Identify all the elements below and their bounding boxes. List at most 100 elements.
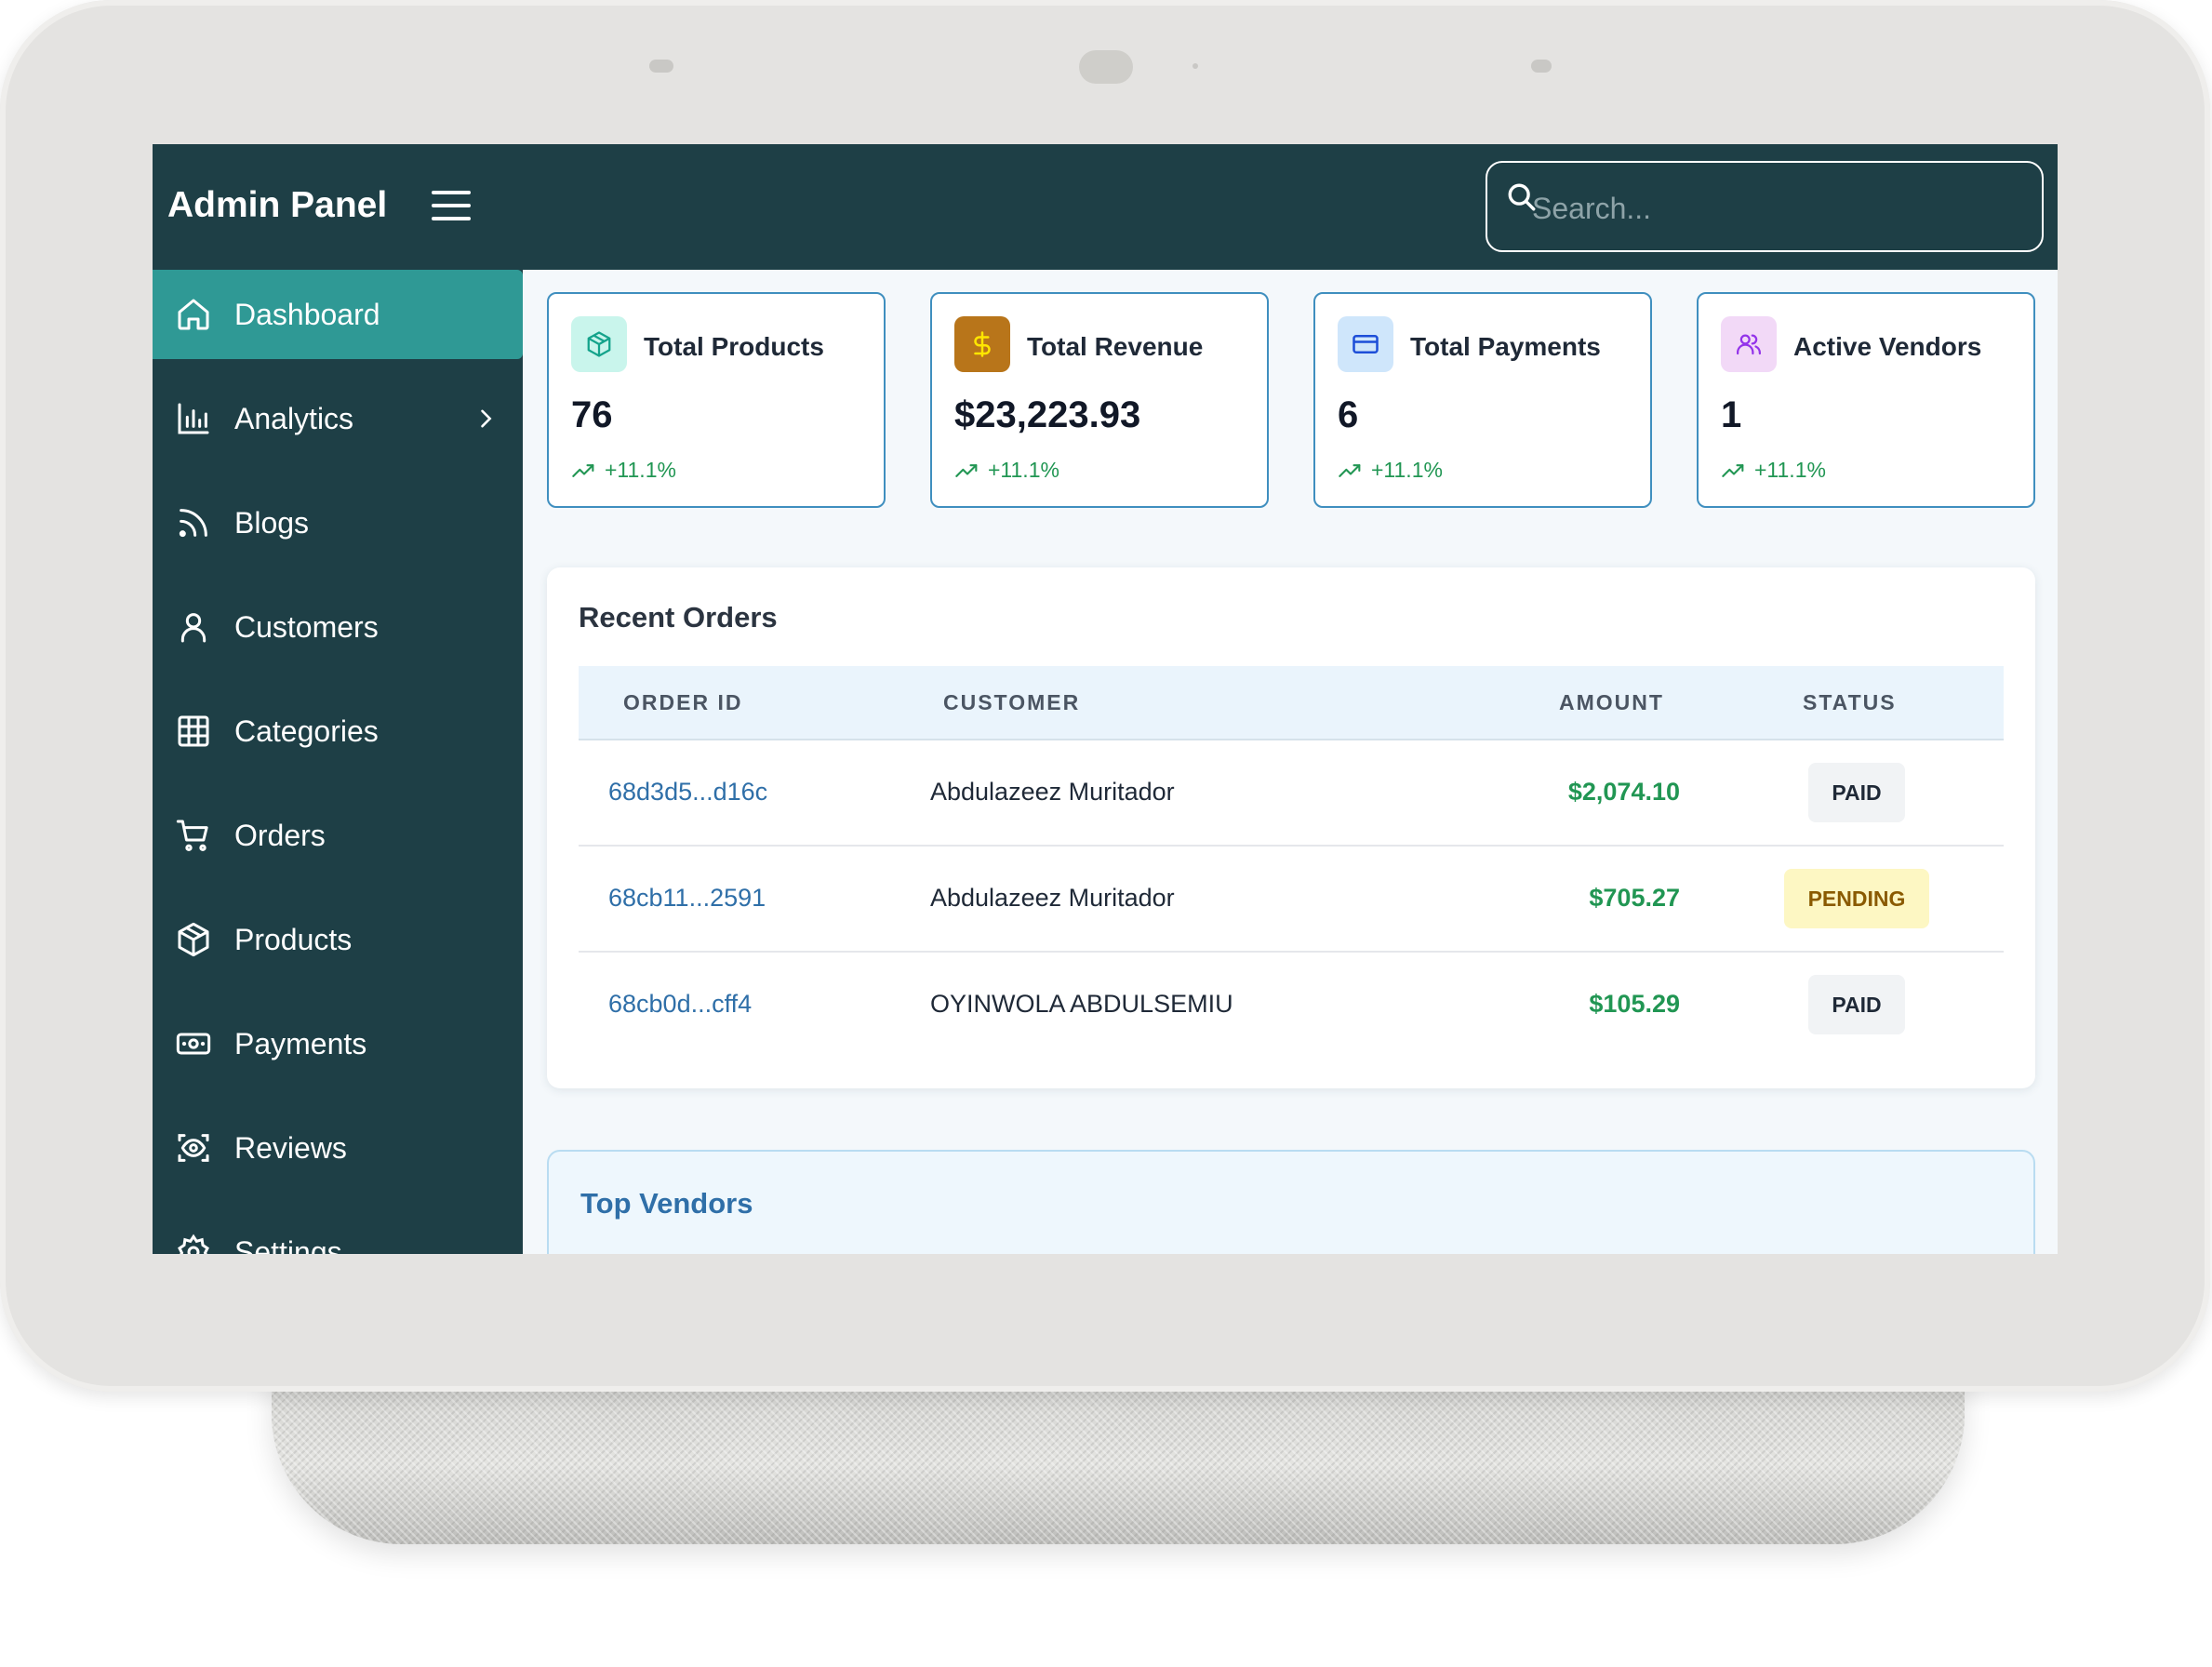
table-header: ORDER ID CUSTOMER AMOUNT STATUS bbox=[579, 666, 2004, 740]
top-vendors-panel: Top Vendors bbox=[547, 1150, 2035, 1254]
stat-title: Active Vendors bbox=[1793, 332, 1982, 361]
stat-trend: +11.1% bbox=[1338, 458, 1443, 483]
column-header: STATUS bbox=[1803, 690, 1897, 714]
sidebar-item-categories[interactable]: Categories bbox=[153, 687, 523, 776]
top-vendors-title: Top Vendors bbox=[580, 1187, 753, 1220]
stat-value: $23,223.93 bbox=[954, 394, 1141, 435]
stat-trend: +11.1% bbox=[571, 458, 676, 483]
order-amount: $105.29 bbox=[1589, 990, 1680, 1018]
stat-trend-value: +11.1% bbox=[1371, 458, 1443, 482]
sidebar-item-label: Dashboard bbox=[234, 297, 380, 331]
icon-badge bbox=[571, 316, 627, 372]
search-input[interactable] bbox=[1532, 185, 2016, 232]
light-sensor bbox=[1193, 63, 1198, 69]
search-box bbox=[1486, 161, 2044, 252]
customer-name: Abdulazeez Muritador bbox=[930, 884, 1175, 912]
stat-title: Total Payments bbox=[1410, 332, 1601, 361]
stat-title: Total Products bbox=[644, 332, 824, 361]
sidebar-item-label: Reviews bbox=[234, 1130, 347, 1165]
stat-title: Total Revenue bbox=[1027, 332, 1204, 361]
dollar-icon bbox=[974, 331, 991, 357]
sidebar-item-settings[interactable]: Settings bbox=[153, 1207, 523, 1254]
credit-card-icon bbox=[1353, 335, 1379, 353]
cart-icon bbox=[176, 820, 208, 852]
sidebar-item-label: Blogs bbox=[234, 505, 310, 540]
rss-icon bbox=[179, 509, 207, 538]
stat-card-active-vendors: Active Vendors 1 +11.1% bbox=[1697, 292, 2035, 508]
status-badge: PAID bbox=[1808, 975, 1905, 1034]
stat-trend: +11.1% bbox=[954, 458, 1059, 483]
stat-trend-value: +11.1% bbox=[1754, 458, 1826, 482]
column-header: CUSTOMER bbox=[943, 690, 1081, 714]
column-header: ORDER ID bbox=[623, 690, 743, 714]
sidebar-item-label: Customers bbox=[234, 609, 379, 644]
order-amount: $705.27 bbox=[1589, 884, 1680, 912]
sensor-right bbox=[1531, 60, 1552, 73]
stat-trend: +11.1% bbox=[1721, 458, 1826, 483]
icon-badge bbox=[954, 316, 1010, 372]
sidebar-item-dashboard[interactable]: Dashboard bbox=[153, 270, 523, 359]
stat-trend-value: +11.1% bbox=[988, 458, 1059, 482]
icon-badge bbox=[1721, 316, 1777, 372]
order-amount: $2,074.10 bbox=[1567, 778, 1680, 806]
column-header: AMOUNT bbox=[1559, 690, 1664, 714]
stat-value: 76 bbox=[571, 394, 613, 435]
sidebar-item-products[interactable]: Products bbox=[153, 895, 523, 984]
status-badge: PAID bbox=[1808, 763, 1905, 822]
device-stand bbox=[272, 1367, 1965, 1544]
customer-name: Abdulazeez Muritador bbox=[930, 778, 1175, 806]
screen: Admin Panel Dashboard Analytics Blogs bbox=[153, 144, 2058, 1254]
box-icon bbox=[178, 922, 209, 957]
grid-icon bbox=[178, 715, 209, 747]
sidebar-item-orders[interactable]: Orders bbox=[153, 791, 523, 880]
trending-up-icon bbox=[1722, 463, 1744, 477]
table-row: 68cb0d...cff4 OYINWOLA ABDULSEMIU $105.2… bbox=[579, 953, 2004, 1059]
sidebar-item-label: Orders bbox=[234, 818, 326, 852]
stat-value: 6 bbox=[1338, 394, 1359, 435]
trending-up-icon bbox=[955, 463, 978, 477]
recent-orders-title: Recent Orders bbox=[579, 601, 778, 633]
home-icon bbox=[178, 299, 209, 330]
device-frame: Admin Panel Dashboard Analytics Blogs bbox=[0, 0, 2210, 1392]
icon-badge bbox=[1338, 316, 1393, 372]
chevron-right-icon[interactable] bbox=[473, 406, 499, 432]
table-row: 68cb11...2591 Abdulazeez Muritador $705.… bbox=[579, 847, 2004, 953]
users-icon bbox=[1737, 334, 1762, 355]
sidebar-item-label: Analytics bbox=[234, 401, 354, 435]
stat-card-total-products: Total Products 76 +11.1% bbox=[547, 292, 886, 508]
order-id-link[interactable]: 68cb0d...cff4 bbox=[608, 990, 752, 1019]
top-bar: Admin Panel bbox=[153, 144, 2058, 270]
sidebar-item-analytics[interactable]: Analytics bbox=[153, 374, 523, 463]
camera bbox=[1079, 50, 1133, 84]
banknote-icon bbox=[176, 1033, 211, 1055]
stat-card-total-revenue: Total Revenue $23,223.93 +11.1% bbox=[930, 292, 1269, 508]
sidebar-item-label: Products bbox=[234, 922, 353, 956]
bar-chart-icon bbox=[178, 403, 209, 434]
trending-up-icon bbox=[572, 463, 594, 477]
status-badge: PENDING bbox=[1784, 869, 1929, 928]
sidebar-item-reviews[interactable]: Reviews bbox=[153, 1103, 523, 1193]
sensor-left bbox=[649, 60, 673, 73]
sidebar-item-customers[interactable]: Customers bbox=[153, 582, 523, 672]
stat-value: 1 bbox=[1721, 394, 1742, 435]
sidebar-item-label: Settings bbox=[234, 1234, 342, 1255]
app-title: Admin Panel bbox=[167, 185, 388, 225]
sidebar-item-payments[interactable]: Payments bbox=[153, 999, 523, 1088]
table-row: 68d3d5...d16c Abdulazeez Muritador $2,07… bbox=[579, 740, 2004, 847]
order-id-link[interactable]: 68cb11...2591 bbox=[608, 884, 766, 913]
customer-name: OYINWOLA ABDULSEMIU bbox=[930, 990, 1233, 1018]
stat-trend-value: +11.1% bbox=[605, 458, 676, 482]
order-id-link[interactable]: 68d3d5...d16c bbox=[608, 778, 767, 807]
sidebar: Dashboard Analytics Blogs Customers Cate… bbox=[153, 270, 523, 1254]
eye-scan-icon bbox=[178, 1134, 209, 1162]
hamburger-menu-icon[interactable] bbox=[432, 191, 471, 222]
sidebar-item-blogs[interactable]: Blogs bbox=[153, 478, 523, 567]
box-icon bbox=[587, 331, 611, 357]
main-content: Total Products 76 +11.1% Total Revenue $… bbox=[523, 270, 2058, 1254]
gear-icon bbox=[178, 1234, 209, 1254]
trending-up-icon bbox=[1339, 463, 1361, 477]
sidebar-item-label: Categories bbox=[234, 713, 379, 748]
user-icon bbox=[180, 613, 207, 643]
sidebar-item-label: Payments bbox=[234, 1026, 367, 1060]
stat-card-total-payments: Total Payments 6 +11.1% bbox=[1313, 292, 1652, 508]
